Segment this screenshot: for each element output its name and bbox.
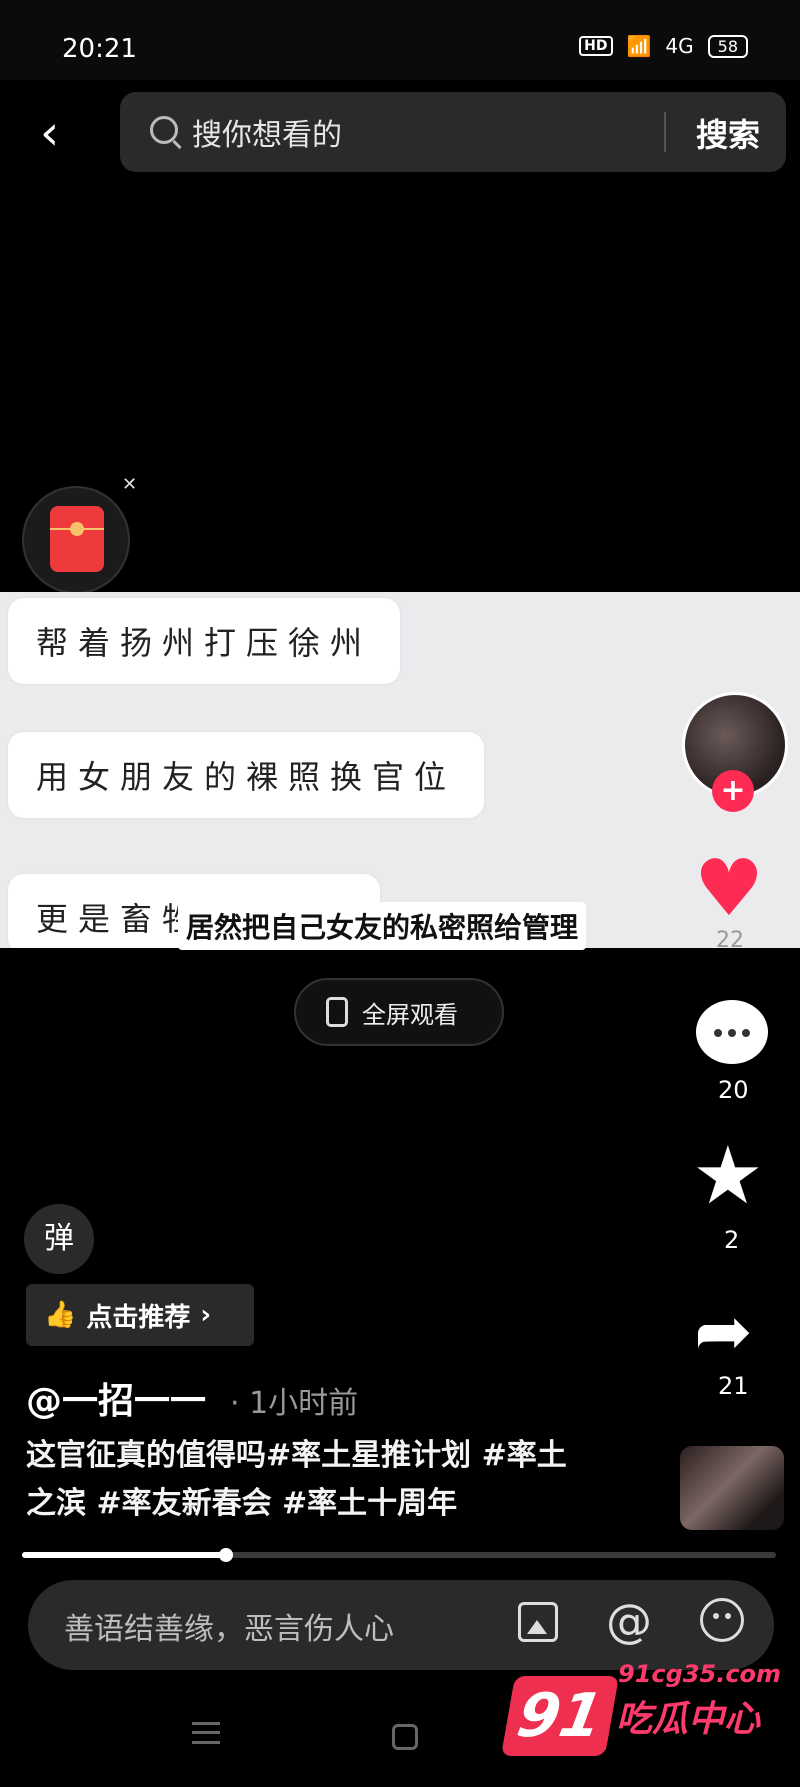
status-time: 20:21 [62, 34, 137, 64]
hd-icon: HD [579, 36, 613, 56]
post-description[interactable]: 这官征真的值得吗#率土星推计划 #率土之滨 #率友新春会 #率土十周年 [26, 1432, 586, 1528]
like-count: 22 [716, 928, 744, 953]
comment-count: 20 [718, 1076, 749, 1104]
search-input[interactable]: 搜你想看的 [192, 110, 342, 154]
video-progress-bar[interactable] [22, 1548, 776, 1562]
back-button[interactable]: ‹ [40, 108, 80, 158]
progress-knob[interactable] [218, 1548, 233, 1562]
search-icon [150, 116, 178, 144]
recommend-button[interactable]: 👍 点击推荐 › [26, 1284, 254, 1346]
mention-icon[interactable]: @ [606, 1594, 652, 1648]
video-frame[interactable]: 帮着扬州打压徐州 用女朋友的裸照换官位 更是畜牲 [0, 592, 800, 948]
comment-input[interactable]: 善语结善缘，恶言伤人心 [64, 1604, 394, 1648]
red-packet-button[interactable] [22, 486, 130, 594]
emoji-icon[interactable] [700, 1598, 744, 1642]
watermark-logo: 91 [500, 1676, 620, 1756]
chevron-right-icon: › [200, 1300, 212, 1330]
author-name[interactable]: @一招一一 [26, 1372, 206, 1424]
share-arrow-icon[interactable]: ➦ [694, 1296, 753, 1366]
danmu-toggle-button[interactable]: 弹 [24, 1204, 94, 1274]
post-time: · 1小时前 [230, 1386, 359, 1421]
close-icon[interactable]: ✕ [122, 474, 137, 495]
watermark-brand: 吃瓜中心 [616, 1699, 761, 1740]
share-count: 21 [718, 1372, 749, 1400]
watermark-url: 91cg35.com [618, 1660, 782, 1688]
wifi-icon: 📶 [626, 34, 652, 58]
fullscreen-label: 全屏观看 [362, 1000, 458, 1029]
search-button[interactable]: 搜索 [696, 110, 760, 156]
image-icon[interactable] [518, 1602, 558, 1642]
video-bubble: 用女朋友的裸照换官位 [8, 732, 485, 818]
fullscreen-button[interactable]: 全屏观看 [294, 978, 504, 1046]
follow-button[interactable]: + [712, 770, 754, 812]
comment-input-bar[interactable]: 善语结善缘，恶言伤人心 @ [28, 1580, 774, 1670]
search-divider [664, 112, 666, 152]
progress-fill [22, 1552, 226, 1558]
search-bar[interactable]: 搜你想看的 搜索 [120, 92, 786, 172]
favorite-count: 2 [724, 1226, 740, 1254]
favorite-star-icon[interactable]: ★ [692, 1136, 764, 1216]
red-envelope-icon [50, 506, 104, 572]
like-heart-icon[interactable]: ♥ [694, 850, 764, 928]
nav-menu-icon[interactable] [192, 1722, 220, 1744]
music-disc-icon[interactable] [680, 1446, 784, 1530]
battery-icon: 58 [707, 34, 748, 58]
nav-home-icon[interactable] [392, 1724, 418, 1750]
thumbs-up-icon: 👍 [44, 1300, 77, 1330]
status-icons: HD 📶 4G 58 [579, 34, 748, 58]
rotate-screen-icon [326, 997, 348, 1027]
signal-icon: 4G [665, 34, 694, 58]
comment-bubble-icon[interactable] [696, 1000, 768, 1064]
video-subtitle: 居然把自己女友的私密照给管理 [178, 902, 587, 950]
recommend-label: 点击推荐 [86, 1302, 191, 1333]
video-bubble: 帮着扬州打压徐州 [8, 598, 401, 684]
status-bar: 20:21 HD 📶 4G 58 [0, 0, 800, 80]
